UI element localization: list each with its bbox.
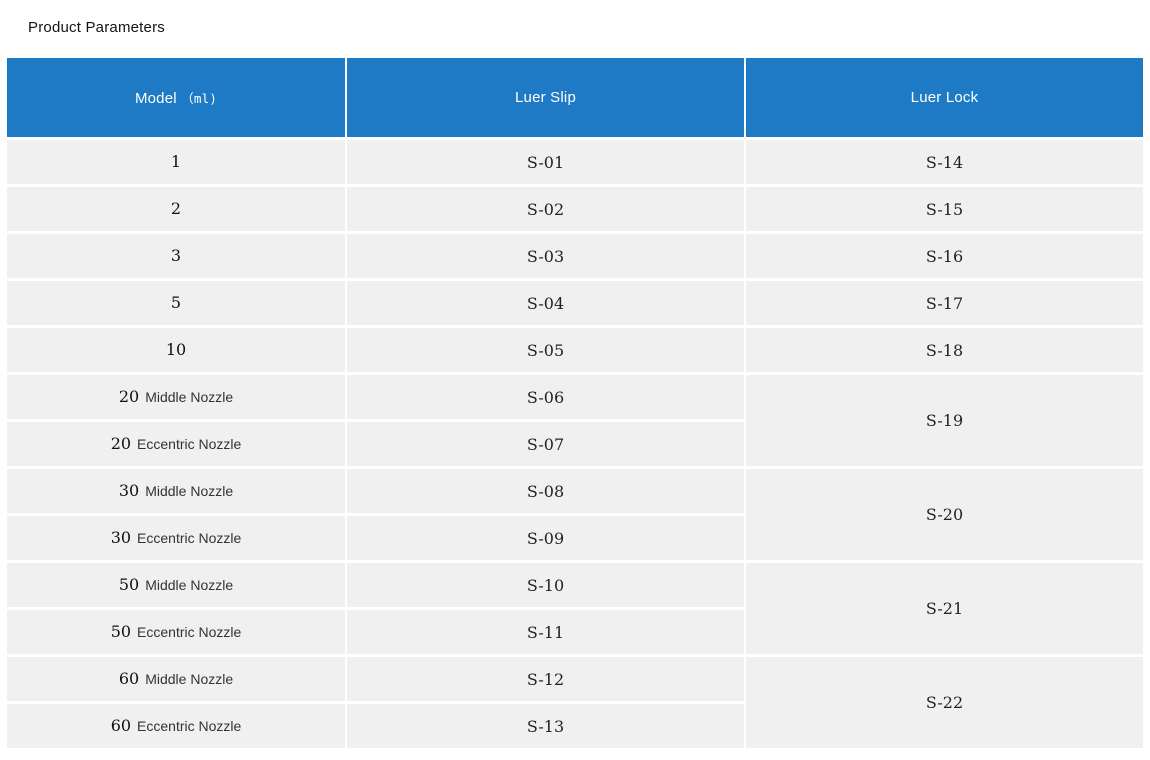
luer-slip-cell: S-13 [347,704,744,748]
luer-slip-cell: S-07 [347,422,744,466]
model-number: 1 [171,152,181,171]
model-nozzle-label: Middle Nozzle [145,483,233,499]
luer-slip-cell: S-10 [347,563,744,607]
table-row: 1 S-01 S-14 [7,140,1143,184]
table-row: 3 S-03 S-16 [7,234,1143,278]
model-nozzle-label: Middle Nozzle [145,671,233,687]
model-number: 50 [111,622,131,641]
model-nozzle-label: Eccentric Nozzle [137,718,241,734]
page: Product Parameters Model （ml) Luer Slip … [0,0,1150,760]
model-number: 20 [119,387,139,406]
table-row: 60Middle Nozzle S-12 S-22 [7,657,1143,701]
model-cell: 30 Middle Nozzle [7,469,345,513]
header-luer-lock: Luer Lock [746,58,1143,137]
luer-slip-cell: S-03 [347,234,744,278]
model-cell: 60 Middle Nozzle [7,657,345,701]
model-nozzle-label: Eccentric Nozzle [137,624,241,640]
model-cell: 20 Middle Nozzle [7,375,345,419]
luer-lock-cell: S-15 [746,187,1143,231]
model-nozzle-label: Middle Nozzle [145,577,233,593]
luer-lock-cell: S-18 [746,328,1143,372]
model-cell: 5 [7,281,345,325]
model-number: 30 [119,481,139,500]
model-cell: 50 Eccentric Nozzle [7,610,345,654]
luer-slip-cell: S-09 [347,516,744,560]
product-parameters-table: Model （ml) Luer Slip Luer Lock 1 S-01 S-… [5,55,1145,751]
table-row: 30Middle Nozzle S-08 S-20 [7,469,1143,513]
model-number: 60 [119,669,139,688]
model-number: 50 [119,575,139,594]
luer-lock-cell: S-16 [746,234,1143,278]
model-cell: 20 Eccentric Nozzle [7,422,345,466]
header-luer-slip: Luer Slip [347,58,744,137]
model-number: 2 [171,199,181,218]
model-number: 20 [111,434,131,453]
model-cell: 3 [7,234,345,278]
luer-lock-cell-highlighted: S-22 [746,657,1143,748]
table-row: 50Middle Nozzle S-10 S-21 [7,563,1143,607]
model-nozzle-label: Middle Nozzle [145,389,233,405]
model-cell: 2 [7,187,345,231]
luer-slip-cell: S-08 [347,469,744,513]
model-cell: 50 Middle Nozzle [7,563,345,607]
luer-slip-cell: S-02 [347,187,744,231]
luer-lock-cell: S-17 [746,281,1143,325]
luer-lock-cell: S-21 [746,563,1143,654]
luer-slip-cell: S-12 [347,657,744,701]
model-number: 10 [166,340,186,359]
model-number: 30 [111,528,131,547]
table-row: 20Middle Nozzle S-06 S-19 [7,375,1143,419]
luer-lock-cell: S-14 [746,140,1143,184]
luer-slip-cell: S-04 [347,281,744,325]
model-cell: 1 [7,140,345,184]
model-number: 3 [171,246,181,265]
header-model-text: Model [135,90,177,107]
model-number: 5 [171,293,181,312]
header-model-unit: （ml) [181,91,217,106]
model-cell: 10 [7,328,345,372]
page-title: Product Parameters [28,19,165,36]
model-number: 60 [111,716,131,735]
luer-lock-cell: S-19 [746,375,1143,466]
luer-lock-cell: S-20 [746,469,1143,560]
model-nozzle-label: Eccentric Nozzle [137,436,241,452]
luer-slip-cell: S-06 [347,375,744,419]
luer-slip-cell: S-11 [347,610,744,654]
table-row: 2 S-02 S-15 [7,187,1143,231]
table-row: 5 S-04 S-17 [7,281,1143,325]
model-nozzle-label: Eccentric Nozzle [137,530,241,546]
model-cell: 30 Eccentric Nozzle [7,516,345,560]
table-row: 10 S-05 S-18 [7,328,1143,372]
luer-slip-cell: S-01 [347,140,744,184]
model-cell: 60 Eccentric Nozzle [7,704,345,748]
header-model: Model （ml) [7,58,345,137]
luer-slip-cell: S-05 [347,328,744,372]
header-row: Model （ml) Luer Slip Luer Lock [7,58,1143,137]
